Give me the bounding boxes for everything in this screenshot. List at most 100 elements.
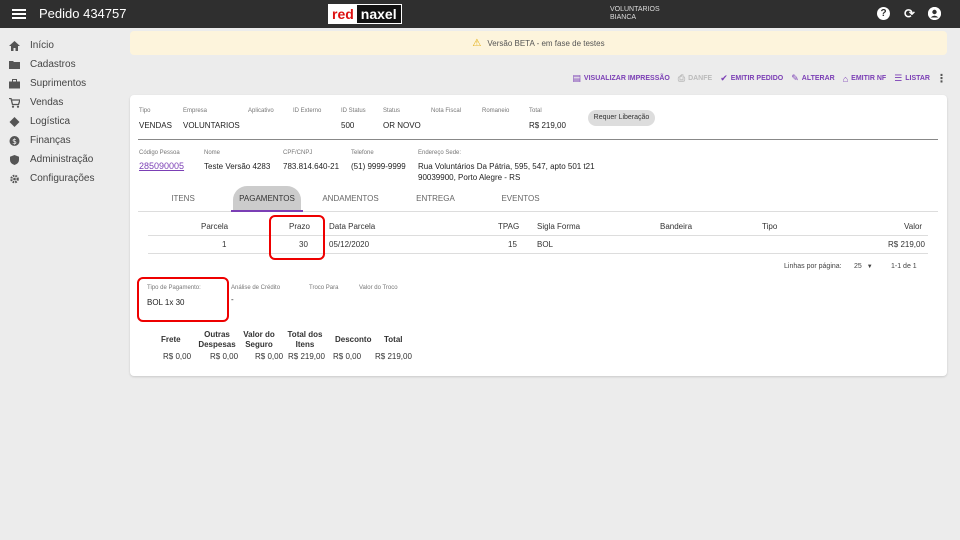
sidebar-item-administracao[interactable]: Administração (0, 150, 120, 169)
alterar-button[interactable]: ✎ ALTERAR (791, 73, 834, 84)
col-parcela[interactable]: Parcela (201, 222, 228, 231)
col-data-parcela[interactable]: Data Parcela (329, 222, 375, 231)
print-preview-icon: ▤ (572, 73, 581, 83)
analise-credito-label: Análise de Crédito (231, 285, 281, 291)
outras-despesas-label: Outras Despesas (197, 330, 237, 350)
outras-despesas-value: R$ 0,00 (210, 352, 239, 361)
sidebar-item-configuracoes[interactable]: Configurações (0, 169, 120, 188)
endereco-label: Endereço Sede: (418, 150, 462, 156)
rednaxel-logo: red naxel (328, 4, 402, 24)
emitir-nf-button[interactable]: ⌂ EMITIR NF (843, 74, 886, 84)
check-circle-icon: ✔ (720, 73, 728, 83)
telefone-label: Telefone (351, 150, 374, 156)
refresh-icon[interactable]: ⟳ (903, 7, 916, 20)
requer-liberacao-button[interactable]: Requer Liberação (588, 110, 655, 126)
id-status-value: 500 (341, 121, 355, 130)
header-divider (138, 139, 938, 140)
nome-value: Teste Versão 4283 (204, 162, 271, 171)
more-vert-icon[interactable]: ⋮ (936, 72, 947, 85)
shield-icon (9, 154, 20, 165)
tab-entrega[interactable]: ENTREGA (408, 186, 463, 212)
valor-troco-label: Valor do Troco (359, 285, 398, 291)
danfe-button[interactable]: ⎙ DANFE (678, 73, 712, 84)
visualizar-impressao-label: VISUALIZAR IMPRESSÃO (583, 75, 670, 82)
pagination-range: 1-1 de 1 (891, 263, 917, 270)
sidebar-item-label: Finanças (30, 135, 71, 146)
sidebar-item-financas[interactable]: $ Finanças (0, 131, 120, 150)
total-value: R$ 219,00 (529, 121, 566, 130)
seguro-label-line-1: Valor do (243, 330, 275, 339)
empresa-label: Empresa (183, 108, 208, 114)
aplicativo-label: Aplicativo (248, 108, 274, 114)
sidebar-item-vendas[interactable]: Vendas (0, 93, 120, 112)
sidebar-item-label: Início (30, 40, 54, 51)
menu-icon[interactable] (12, 7, 26, 21)
valor-seguro-value: R$ 0,00 (255, 352, 284, 361)
frete-label: Frete (161, 335, 181, 344)
row-divider (148, 253, 928, 254)
cpf-value: 783.814.640-21 (283, 162, 340, 171)
sidebar-item-cadastros[interactable]: Cadastros (0, 55, 120, 74)
briefcase-icon (9, 78, 20, 89)
home-icon (9, 40, 20, 51)
itens-label-line-2: Itens (295, 340, 315, 349)
warning-icon: ⚠ (472, 37, 482, 49)
cell-parcela: 1 (222, 240, 227, 249)
cell-tpag: 15 (508, 240, 517, 249)
visualizar-impressao-button[interactable]: ▤ VISUALIZAR IMPRESSÃO (572, 73, 669, 84)
emitir-pedido-button[interactable]: ✔ EMITIR PEDIDO (720, 73, 783, 84)
bank-icon: ⌂ (842, 73, 849, 84)
sidebar-item-label: Cadastros (30, 59, 76, 70)
itens-label-line-1: Total dos (287, 330, 323, 339)
codigo-pessoa-label: Código Pessoa (139, 150, 180, 156)
account-icon[interactable] (928, 7, 941, 20)
cart-icon (9, 97, 21, 108)
page-title: Pedido 434757 (39, 6, 127, 21)
col-bandeira[interactable]: Bandeira (660, 222, 692, 231)
col-tipo[interactable]: Tipo (762, 222, 777, 231)
col-sigla-forma[interactable]: Sigla Forma (537, 222, 580, 231)
outras-label-line-2: Despesas (198, 340, 236, 349)
beta-banner: ⚠ Versão BETA - em fase de testes (130, 31, 947, 55)
list-icon: ☰ (894, 73, 903, 83)
listar-label: LISTAR (905, 75, 930, 82)
tipo-pagamento-highlight-box (137, 277, 229, 322)
empresa-value: VOLUNTARIOS (183, 121, 240, 130)
total-final-value: R$ 219,00 (375, 352, 412, 361)
order-card: Tipo VENDAS Empresa VOLUNTARIOS Aplicati… (130, 95, 947, 376)
alterar-label: ALTERAR (801, 75, 835, 82)
tab-pagamentos[interactable]: PAGAMENTOS (233, 186, 301, 212)
analise-credito-value: - (231, 295, 234, 304)
folder-icon (9, 60, 20, 70)
sidebar-item-label: Vendas (30, 97, 64, 108)
header-row-divider (148, 235, 928, 236)
rows-per-page-select[interactable]: 25 ▼ (854, 263, 873, 270)
pencil-icon: ✎ (791, 73, 799, 83)
sidebar-item-suprimentos[interactable]: Suprimentos (0, 74, 120, 93)
tab-andamentos[interactable]: ANDAMENTOS (318, 186, 383, 212)
diamond-icon (9, 116, 20, 127)
emitir-pedido-label: EMITIR PEDIDO (730, 75, 784, 82)
rows-per-page-value: 25 (854, 263, 862, 270)
tab-bar: ITENS PAGAMENTOS ANDAMENTOS ENTREGA EVEN… (138, 186, 938, 212)
active-tab-indicator (231, 210, 303, 212)
col-valor[interactable]: Valor (904, 222, 922, 231)
codigo-pessoa-link[interactable]: 285090005 (139, 161, 184, 171)
cell-data-parcela: 05/12/2020 (329, 240, 370, 249)
telefone-value: (51) 9999-9999 (351, 162, 406, 171)
desconto-label: Desconto (335, 335, 372, 344)
troco-para-label: Troco Para (309, 285, 339, 291)
tab-itens[interactable]: ITENS (158, 186, 208, 212)
col-tpag[interactable]: TPAG (498, 222, 519, 231)
outras-label-line-1: Outras (204, 330, 230, 339)
listar-button[interactable]: ☰ LISTAR (894, 73, 930, 84)
frete-value: R$ 0,00 (163, 352, 192, 361)
endereco-line-2: 90039900, Porto Alegre - RS (418, 173, 521, 182)
help-icon[interactable]: ? (877, 7, 890, 20)
endereco-line-1: Rua Voluntários Da Pátria, 595, 547, apt… (418, 162, 595, 171)
tab-eventos[interactable]: EVENTOS (493, 186, 548, 212)
emitir-nf-label: EMITIR NF (851, 75, 887, 82)
sidebar-item-logistica[interactable]: Logística (0, 112, 120, 131)
sidebar-item-inicio[interactable]: Início (0, 36, 120, 55)
total-final-label: Total (384, 335, 403, 344)
